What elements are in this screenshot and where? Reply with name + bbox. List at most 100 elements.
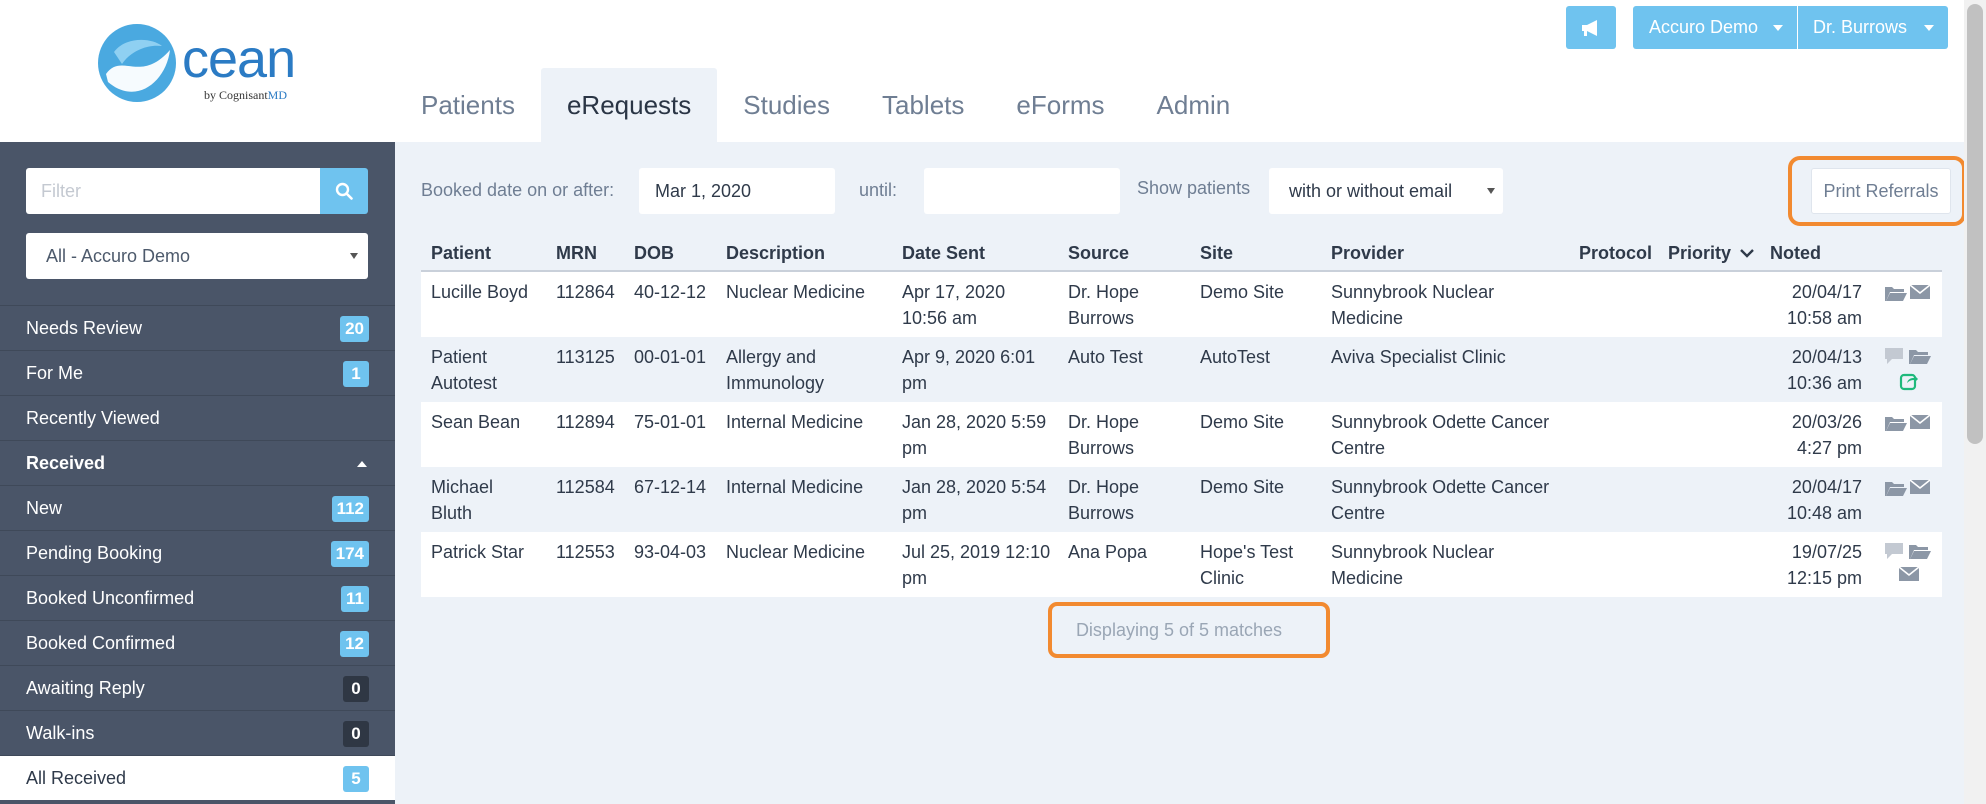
cell-line: Patient xyxy=(431,347,488,367)
cell-line: Demo Site xyxy=(1200,282,1285,302)
cell-source: Dr. Hope Burrows xyxy=(1068,474,1139,526)
col-description[interactable]: Description xyxy=(726,243,825,264)
cell-line: Sunnybrook Nuclear xyxy=(1331,542,1495,562)
col-priority[interactable]: Priority xyxy=(1668,243,1755,264)
sidebar-item-awaiting-reply[interactable]: Awaiting Reply 0 xyxy=(0,665,395,710)
envelope-icon[interactable] xyxy=(1909,414,1931,430)
row-actions xyxy=(1884,345,1936,393)
cell-patient[interactable]: Lucille Boyd xyxy=(431,279,528,305)
email-filter-value: with or without email xyxy=(1289,180,1453,201)
cell-mrn: 113125 xyxy=(556,347,615,367)
booked-date-input[interactable]: Mar 1, 2020 xyxy=(639,168,835,214)
cell-line: Patrick Star xyxy=(431,542,525,562)
print-referrals-button[interactable]: Print Referrals xyxy=(1811,168,1951,214)
envelope-icon[interactable] xyxy=(1898,566,1920,582)
cell-patient[interactable]: Sean Bean xyxy=(431,409,520,435)
page-scrollbar[interactable] xyxy=(1964,0,1986,804)
referrals-table: Patient MRN DOB Description Date Sent So… xyxy=(421,235,1942,597)
tab-admin[interactable]: Admin xyxy=(1131,68,1257,142)
col-mrn[interactable]: MRN xyxy=(556,243,597,264)
envelope-icon[interactable] xyxy=(1909,479,1931,495)
table-row[interactable]: Patient Autotest 113125 00-01-01 Allergy … xyxy=(421,337,1942,402)
cell-patient[interactable]: Michael Bluth xyxy=(431,474,493,526)
megaphone-icon xyxy=(1582,19,1597,36)
col-protocol[interactable]: Protocol xyxy=(1579,243,1652,264)
cell-provider: Sunnybrook Odette Cancer Centre xyxy=(1331,409,1549,461)
table-row[interactable]: Sean Bean 112894 75-01-01 Internal Medic… xyxy=(421,402,1942,467)
cell-line: Centre xyxy=(1331,438,1386,458)
comment-icon[interactable] xyxy=(1884,542,1904,560)
cell-line: Aviva Specialist Clinic xyxy=(1331,347,1506,367)
cell-line: 20/03/26 xyxy=(1791,412,1862,432)
folder-icon[interactable] xyxy=(1908,542,1932,560)
cell-line: Internal Medicine xyxy=(726,412,864,432)
filter-search-button[interactable] xyxy=(320,168,368,214)
cell-line: Lucille Boyd xyxy=(431,282,529,302)
col-dob[interactable]: DOB xyxy=(634,243,674,264)
cell-dob: 40-12-12 xyxy=(634,282,707,302)
col-date-sent[interactable]: Date Sent xyxy=(902,243,985,264)
col-provider[interactable]: Provider xyxy=(1331,243,1404,264)
user-dropdown[interactable]: Dr. Burrows xyxy=(1798,6,1948,49)
cell-patient[interactable]: Patient Autotest xyxy=(431,344,497,396)
table-row[interactable]: Michael Bluth 112584 67-12-14 Internal Me… xyxy=(421,467,1942,532)
clinic-dropdown[interactable]: Accuro Demo xyxy=(1633,6,1797,49)
col-site[interactable]: Site xyxy=(1200,243,1233,264)
cell-line: Nuclear Medicine xyxy=(726,542,866,562)
sidebar-item-label: All Received xyxy=(26,767,127,788)
comment-icon[interactable] xyxy=(1884,347,1904,365)
announcements-button[interactable] xyxy=(1566,6,1616,49)
chevron-down-icon xyxy=(1773,25,1783,31)
sidebar-item-label: Walk-ins xyxy=(26,722,95,743)
logo-byline: by CognisantMD xyxy=(204,88,287,103)
table-row[interactable]: Patrick Star 112553 93-04-03 Nuclear Med… xyxy=(421,532,1942,597)
folder-icon[interactable] xyxy=(1908,347,1932,365)
cell-date-sent: Jan 28, 2020 5:54 pm xyxy=(902,474,1046,526)
sidebar-item-for-me[interactable]: For Me 1 xyxy=(0,350,395,395)
tab-studies[interactable]: Studies xyxy=(717,68,856,142)
sidebar-item-needs-review[interactable]: Needs Review 20 xyxy=(0,305,395,350)
sidebar-section-received[interactable]: Received xyxy=(0,440,395,485)
ocean-logo[interactable]: cean by CognisantMD xyxy=(96,22,306,108)
envelope-icon[interactable] xyxy=(1909,284,1931,300)
filter-input[interactable] xyxy=(26,168,320,214)
clinic-filter-select[interactable]: All - Accuro Demo xyxy=(26,233,368,279)
email-filter-select[interactable]: with or without email xyxy=(1269,168,1503,214)
table-row[interactable]: Lucille Boyd 112864 40-12-12 Nuclear Med… xyxy=(421,272,1942,337)
cell-provider: Aviva Specialist Clinic xyxy=(1331,344,1506,370)
cell-line: 4:27 pm xyxy=(1796,438,1862,458)
col-patient[interactable]: Patient xyxy=(431,243,491,264)
col-noted[interactable]: Noted xyxy=(1770,243,1821,264)
sidebar-item-walk-ins[interactable]: Walk-ins 0 xyxy=(0,710,395,755)
col-source[interactable]: Source xyxy=(1068,243,1129,264)
cell-noted: 20/04/17 10:58 am xyxy=(1766,279,1862,331)
cell-description: Internal Medicine xyxy=(726,409,863,435)
tab-erequests[interactable]: eRequests xyxy=(540,68,718,142)
sidebar-item-booked-confirmed[interactable]: Booked Confirmed 12 xyxy=(0,620,395,665)
sidebar-item-pending-booking[interactable]: Pending Booking 174 xyxy=(0,530,395,575)
row-actions xyxy=(1884,540,1936,588)
folder-icon[interactable] xyxy=(1884,414,1908,432)
tab-eforms[interactable]: eForms xyxy=(990,68,1130,142)
sidebar-item-all-received[interactable]: All Received 5 xyxy=(0,755,405,800)
scrollbar-thumb[interactable] xyxy=(1967,4,1983,444)
count-badge: 20 xyxy=(340,316,369,342)
cell-patient[interactable]: Patrick Star xyxy=(431,539,524,565)
cell-mrn: 112864 xyxy=(556,282,615,302)
sidebar-item-new[interactable]: New 112 xyxy=(0,485,395,530)
folder-icon[interactable] xyxy=(1884,284,1908,302)
cell-description: Internal Medicine xyxy=(726,474,863,500)
tab-tablets[interactable]: Tablets xyxy=(856,68,990,142)
cell-provider: Sunnybrook Odette Cancer Centre xyxy=(1331,474,1549,526)
cell-noted: 20/04/17 10:48 am xyxy=(1766,474,1862,526)
cell-noted: 20/03/26 4:27 pm xyxy=(1766,409,1862,461)
cell-line: Clinic xyxy=(1200,568,1245,588)
sidebar-item-booked-unconfirmed[interactable]: Booked Unconfirmed 11 xyxy=(0,575,395,620)
folder-icon[interactable] xyxy=(1884,479,1908,497)
sidebar-item-recently-viewed[interactable]: Recently Viewed xyxy=(0,395,395,440)
share-icon[interactable] xyxy=(1899,371,1919,391)
cell-source: Auto Test xyxy=(1068,344,1143,370)
tab-patients[interactable]: Patients xyxy=(395,68,541,142)
cell-line: Jul 25, 2019 12:10 xyxy=(902,542,1051,562)
until-date-input[interactable] xyxy=(924,168,1120,214)
